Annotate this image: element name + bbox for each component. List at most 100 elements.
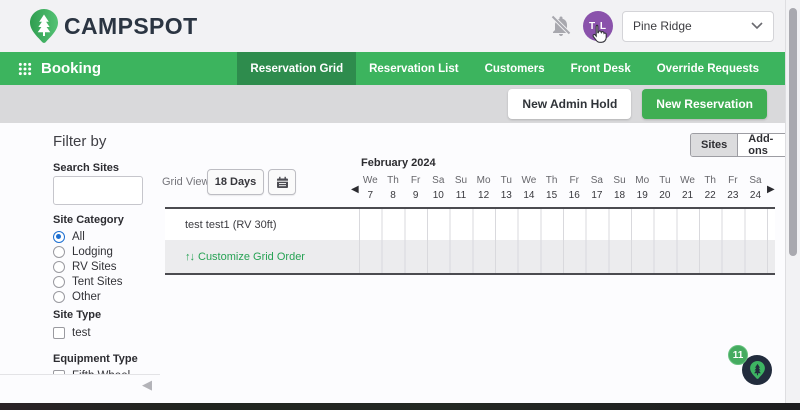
- day-number: 22: [704, 190, 716, 201]
- app-grid-icon[interactable]: [18, 62, 32, 76]
- grid-bottom-divider: [165, 273, 775, 275]
- tab-reservation-list[interactable]: Reservation List: [356, 52, 471, 85]
- day-of-week: Th: [387, 175, 399, 186]
- site-category-label: Site Category: [53, 214, 124, 226]
- day-header: Sa 24: [744, 174, 767, 201]
- grid-range-button[interactable]: 18 Days: [207, 169, 264, 195]
- hand-cursor-icon: [592, 24, 607, 43]
- radio-option-rv-sites[interactable]: RV Sites: [53, 259, 123, 274]
- property-selector[interactable]: Pine Ridge: [622, 10, 774, 42]
- day-header: Tu 13: [495, 174, 518, 201]
- day-number: 9: [412, 190, 419, 201]
- day-number: 12: [478, 190, 490, 201]
- tab-front-desk[interactable]: Front Desk: [558, 52, 644, 85]
- day-number: 11: [455, 190, 467, 201]
- radio-button: [53, 290, 65, 303]
- day-header: Mo 12: [472, 174, 495, 201]
- day-number: 23: [727, 190, 739, 201]
- site-category-options: All Lodging RV Sites Tent Sites Other: [53, 229, 123, 304]
- toggle-sites[interactable]: Sites: [691, 134, 739, 156]
- customize-row-cells: [359, 240, 769, 273]
- day-header: Th 22: [699, 174, 722, 201]
- prev-dates-arrow[interactable]: ◀: [351, 185, 359, 195]
- radio-button: [53, 245, 65, 258]
- chat-unread-badge: 11: [728, 345, 748, 365]
- day-number: 13: [500, 190, 512, 201]
- campspot-pin-icon: [30, 9, 58, 43]
- next-dates-arrow[interactable]: ▶: [767, 185, 775, 195]
- customize-grid-order-link[interactable]: ↑↓ Customize Grid Order: [185, 251, 305, 263]
- site-row-cells[interactable]: [359, 209, 769, 240]
- day-header: Th 8: [382, 174, 405, 201]
- day-of-week: Fr: [728, 175, 738, 186]
- radio-button: [53, 230, 65, 243]
- sidebar-divider: [0, 374, 160, 375]
- day-number: 17: [591, 190, 603, 201]
- day-headers: We 7 Th 8 Fr 9 Sa 10 Su 11 Mo 12 Tu 13 W…: [359, 174, 767, 201]
- user-avatar[interactable]: T L: [583, 11, 613, 43]
- day-number: 7: [367, 190, 374, 201]
- day-header: Fr 23: [722, 174, 745, 201]
- tab-override-requests[interactable]: Override Requests: [644, 52, 772, 85]
- day-of-week: Mo: [476, 175, 491, 186]
- radio-button: [53, 275, 65, 288]
- calendar-icon: [276, 176, 288, 188]
- day-header: Th 15: [540, 174, 563, 201]
- vertical-scrollbar-thumb[interactable]: [789, 8, 797, 256]
- new-admin-hold-button[interactable]: New Admin Hold: [508, 89, 632, 119]
- radio-button: [53, 260, 65, 273]
- day-of-week: We: [680, 175, 695, 186]
- equipment-type-label: Equipment Type: [53, 353, 138, 365]
- action-toolbar: New Admin Hold New Reservation: [0, 85, 800, 123]
- day-of-week: Fr: [569, 175, 579, 186]
- day-header: We 7: [359, 174, 382, 201]
- calendar-button[interactable]: [268, 169, 296, 195]
- sidebar-collapse-arrow[interactable]: ◀: [142, 377, 152, 393]
- bottom-dark-bar: [0, 403, 800, 410]
- filter-title: Filter by: [53, 133, 107, 150]
- property-selector-value: Pine Ridge: [633, 19, 692, 33]
- day-of-week: Th: [545, 175, 558, 186]
- booking-nav-bar: Booking Reservation Grid Reservation Lis…: [0, 52, 800, 85]
- customize-grid-row: ↑↓ Customize Grid Order: [165, 240, 775, 273]
- day-of-week: Sa: [749, 175, 762, 186]
- day-of-week: Th: [704, 175, 716, 186]
- checkbox-option-test[interactable]: test: [53, 325, 91, 340]
- search-sites-label: Search Sites: [53, 162, 120, 174]
- radio-option-lodging[interactable]: Lodging: [53, 244, 123, 259]
- tab-customers[interactable]: Customers: [472, 52, 558, 85]
- day-number: 10: [432, 190, 444, 201]
- radio-option-other[interactable]: Other: [53, 289, 123, 304]
- app-label: Booking: [41, 60, 101, 77]
- day-of-week: Su: [613, 175, 626, 186]
- day-header: Sa 17: [586, 174, 609, 201]
- vertical-scrollbar-track[interactable]: [785, 0, 800, 410]
- day-header: Sa 10: [427, 174, 450, 201]
- top-header: CAMPSPOT T L Pine Ridge: [0, 0, 800, 52]
- tab-reservation-grid[interactable]: Reservation Grid: [237, 52, 357, 85]
- day-number: 20: [659, 190, 671, 201]
- chevron-down-icon: [751, 22, 763, 30]
- radio-option-all[interactable]: All: [53, 229, 123, 244]
- day-number: 18: [613, 190, 626, 201]
- site-row-label: test test1 (RV 30ft): [185, 218, 277, 231]
- day-of-week: Sa: [590, 175, 603, 186]
- month-label: February 2024: [361, 157, 436, 169]
- grid-view-label: Grid View:: [162, 176, 213, 188]
- search-sites-input[interactable]: [53, 176, 143, 205]
- filter-sidebar: Filter by Search Sites Site Category All…: [0, 123, 165, 374]
- day-number: 24: [749, 190, 762, 201]
- day-number: 21: [681, 190, 694, 201]
- day-header: Su 18: [608, 174, 631, 201]
- new-reservation-button[interactable]: New Reservation: [642, 89, 767, 119]
- day-header: Fr 9: [404, 174, 427, 201]
- nav-tabs: Reservation Grid Reservation List Custom…: [237, 52, 800, 85]
- day-of-week: We: [362, 175, 378, 186]
- radio-option-tent-sites[interactable]: Tent Sites: [53, 274, 123, 289]
- day-of-week: We: [521, 175, 537, 186]
- day-number: 16: [568, 190, 580, 201]
- day-of-week: Mo: [635, 175, 650, 186]
- notifications-muted-bell-icon[interactable]: [548, 13, 574, 39]
- sites-addons-toggle: Sites Add-ons: [690, 133, 800, 157]
- day-header: We 14: [518, 174, 541, 201]
